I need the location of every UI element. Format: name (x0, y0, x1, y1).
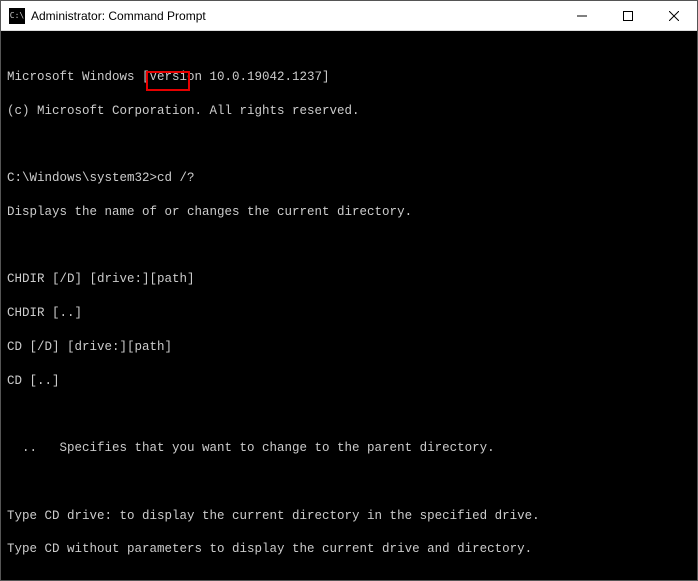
terminal-line: CHDIR [/D] [drive:][path] (7, 271, 691, 288)
terminal-area[interactable]: Microsoft Windows [Version 10.0.19042.12… (1, 31, 697, 580)
minimize-button[interactable] (559, 1, 605, 30)
terminal-prompt-line: C:\Windows\system32>cd /? (7, 170, 691, 187)
close-icon (669, 11, 679, 21)
minimize-icon (577, 11, 587, 21)
terminal-line: .. Specifies that you want to change to … (7, 440, 691, 457)
close-button[interactable] (651, 1, 697, 30)
terminal-line: Type CD without parameters to display th… (7, 541, 691, 558)
cmd-window: C:\ Administrator: Command Prompt Micros… (0, 0, 698, 581)
terminal-line (7, 238, 691, 255)
terminal-line: Displays the name of or changes the curr… (7, 204, 691, 221)
terminal-line: (c) Microsoft Corporation. All rights re… (7, 103, 691, 120)
terminal-line (7, 406, 691, 423)
window-controls (559, 1, 697, 30)
terminal-line: CD [/D] [drive:][path] (7, 339, 691, 356)
terminal-line (7, 136, 691, 153)
maximize-icon (623, 11, 633, 21)
terminal-line (7, 474, 691, 491)
terminal-line: Type CD drive: to display the current di… (7, 508, 691, 525)
terminal-line: Microsoft Windows [Version 10.0.19042.12… (7, 69, 691, 86)
window-title: Administrator: Command Prompt (31, 9, 559, 23)
titlebar[interactable]: C:\ Administrator: Command Prompt (1, 1, 697, 31)
terminal-line: CHDIR [..] (7, 305, 691, 322)
terminal-line: CD [..] (7, 373, 691, 390)
cmd-icon: C:\ (9, 8, 25, 24)
terminal-line (7, 575, 691, 580)
maximize-button[interactable] (605, 1, 651, 30)
